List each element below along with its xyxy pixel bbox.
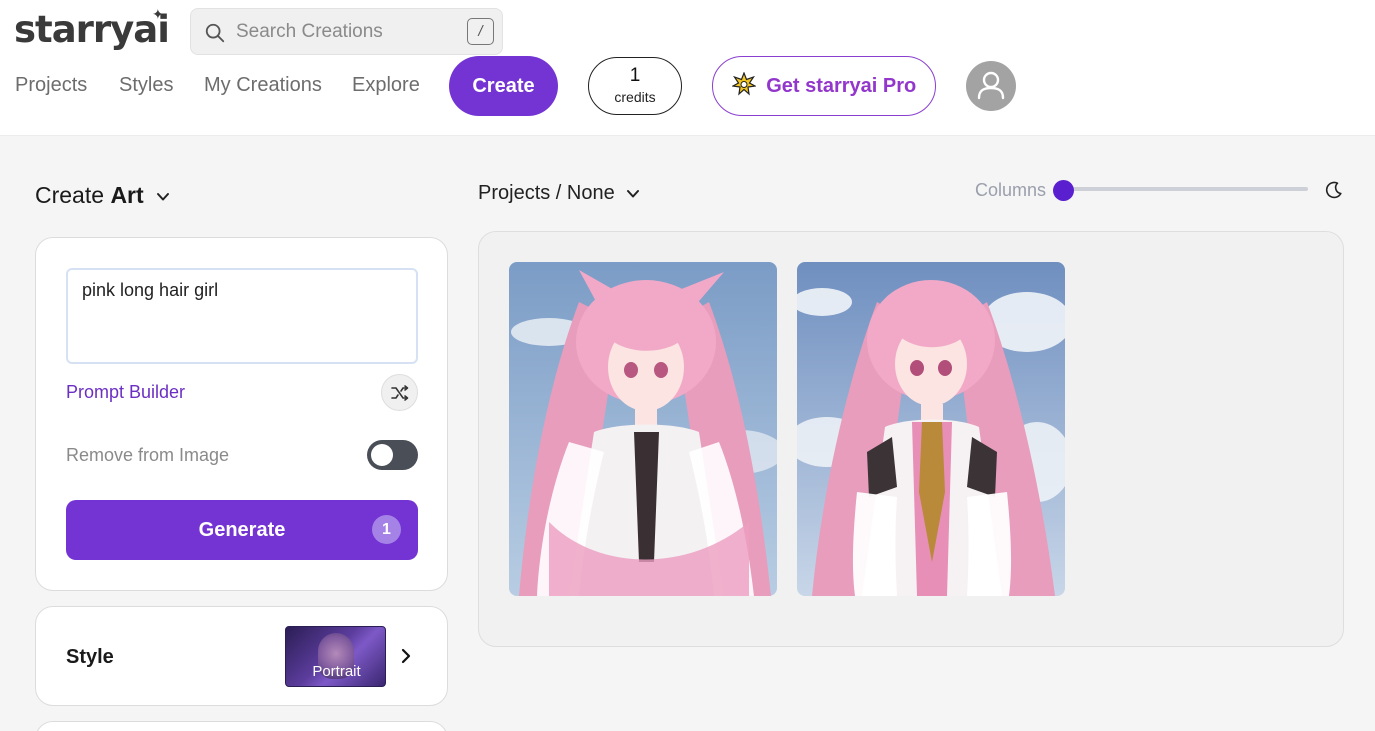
nav-explore[interactable]: Explore	[352, 74, 420, 97]
style-thumbnail-label: Portrait	[312, 663, 361, 680]
shuffle-icon	[391, 385, 409, 401]
create-mode-selector[interactable]: Create Art	[35, 182, 170, 209]
create-button[interactable]: Create	[449, 56, 558, 116]
search-icon	[205, 23, 225, 43]
columns-label: Columns	[975, 180, 1047, 200]
style-thumbnail[interactable]: Portrait	[285, 626, 386, 687]
remove-from-image-label: Remove from Image	[66, 445, 230, 465]
chevron-right-icon[interactable]	[399, 647, 413, 665]
columns-slider-track[interactable]	[1063, 187, 1308, 191]
search-input[interactable]	[236, 20, 456, 44]
create-title-mode: Art	[110, 182, 144, 208]
generate-cost-badge: 1	[372, 515, 401, 544]
search-shortcut-key: /	[467, 18, 494, 45]
starryai-logo[interactable]: starryai	[14, 8, 170, 51]
search-box[interactable]: /	[190, 8, 503, 55]
creation-image[interactable]	[797, 262, 1065, 596]
credits-count: 1	[629, 65, 641, 86]
next-settings-card	[35, 721, 448, 731]
nav-styles[interactable]: Styles	[119, 74, 173, 97]
get-pro-label: Get starryai Pro	[766, 75, 917, 97]
breadcrumb-label: Projects / None	[478, 182, 615, 204]
style-card[interactable]: Style Portrait	[35, 606, 448, 706]
chevron-down-icon	[627, 189, 640, 198]
credits-label: credits	[614, 89, 656, 105]
create-title-prefix: Create	[35, 182, 105, 208]
generate-button[interactable]: Generate 1	[66, 500, 418, 560]
sparkle-badge-icon	[731, 72, 756, 96]
remove-from-image-toggle[interactable]	[367, 440, 418, 470]
generate-label: Generate	[198, 519, 286, 541]
creations-gallery	[478, 231, 1344, 647]
nav-projects[interactable]: Projects	[15, 74, 87, 97]
credits-counter[interactable]: 1 credits	[588, 57, 682, 115]
chevron-down-icon	[157, 192, 170, 201]
columns-slider-handle[interactable]	[1053, 180, 1074, 201]
prompt-input[interactable]	[66, 268, 418, 364]
get-pro-button[interactable]: Get starryai Pro	[712, 56, 936, 116]
project-breadcrumb[interactable]: Projects / None	[478, 182, 640, 205]
top-header: starryai ✦ / Projects Styles My Creation…	[0, 0, 1375, 136]
moon-icon[interactable]	[1324, 180, 1344, 200]
nav-my-creations[interactable]: My Creations	[204, 74, 322, 97]
user-avatar-icon	[977, 71, 1005, 100]
creation-image[interactable]	[509, 262, 777, 596]
user-avatar[interactable]	[966, 61, 1016, 111]
toggle-knob	[371, 444, 393, 466]
anime-girl-image-2	[797, 262, 1065, 596]
shuffle-prompt-button[interactable]	[381, 374, 418, 411]
style-label: Style	[66, 646, 114, 668]
logo-star-icon: ✦	[152, 6, 164, 22]
prompt-card: Prompt Builder Remove from Image Generat…	[35, 237, 448, 591]
prompt-builder-link[interactable]: Prompt Builder	[66, 382, 185, 403]
anime-girl-image-1	[509, 262, 777, 596]
